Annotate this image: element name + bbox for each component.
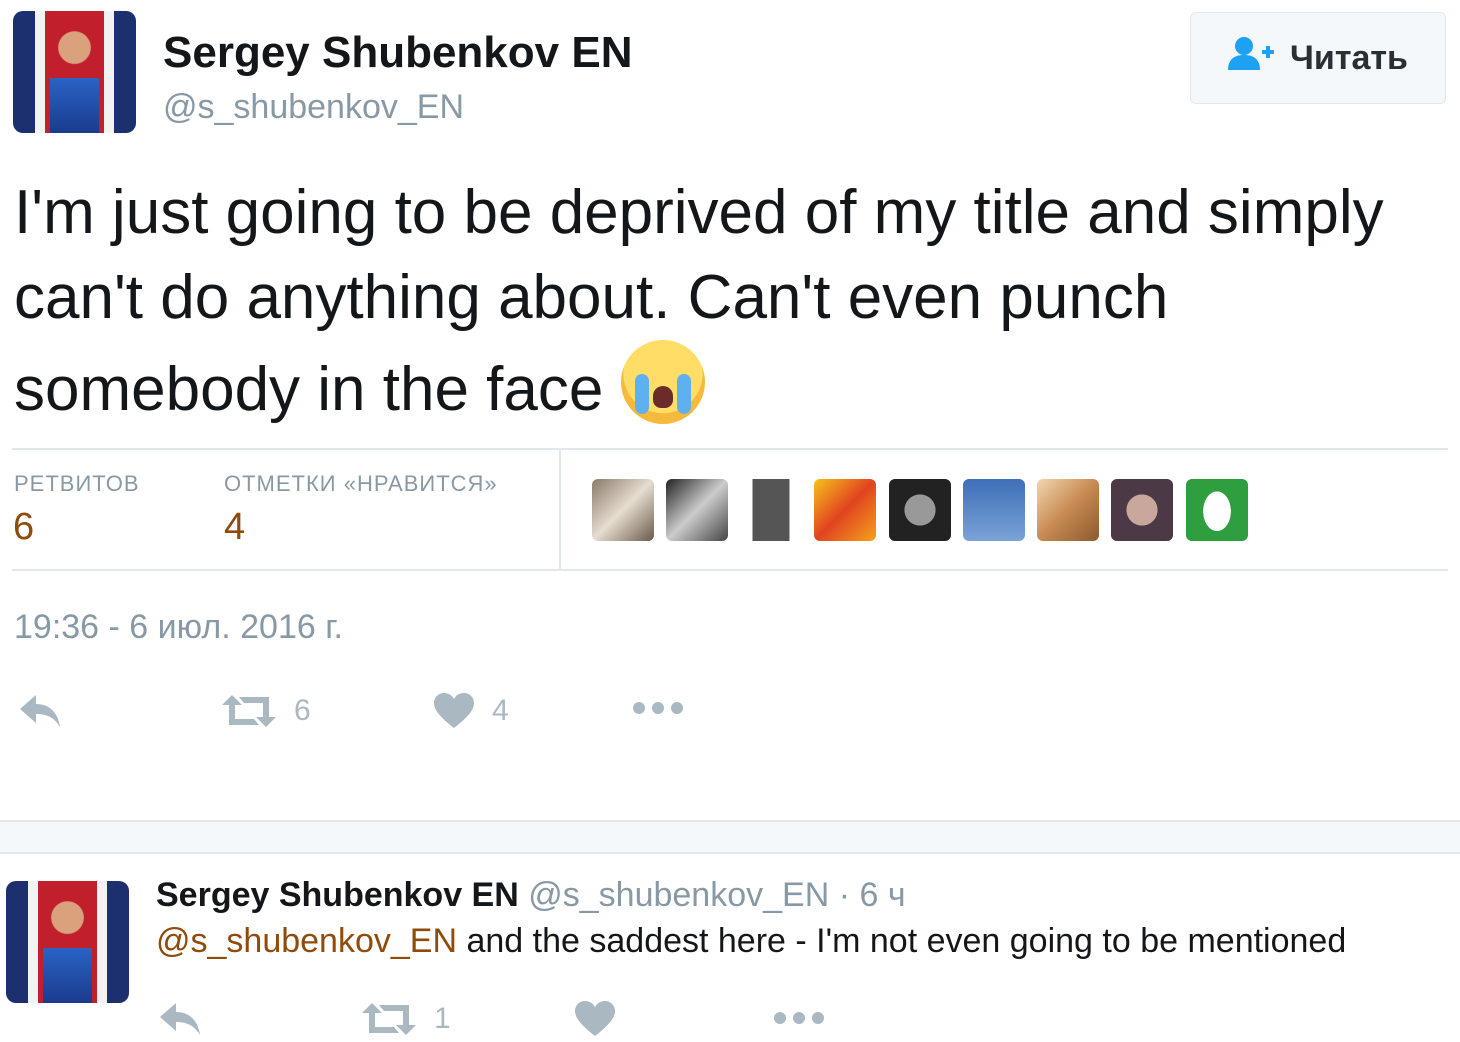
follow-button[interactable]: Читать bbox=[1190, 12, 1446, 104]
section-separator bbox=[0, 820, 1460, 854]
follow-label: Читать bbox=[1290, 38, 1408, 77]
reply-retweet-count: 1 bbox=[434, 1002, 451, 1035]
liker-avatar[interactable] bbox=[592, 479, 654, 541]
stats-divider bbox=[559, 450, 561, 570]
tweet-timestamp[interactable]: 19:36 - 6 июл. 2016 г. bbox=[14, 608, 343, 647]
more-button[interactable] bbox=[632, 700, 684, 716]
loudly-crying-face-icon bbox=[620, 340, 705, 424]
reply-reply-button[interactable] bbox=[158, 1001, 202, 1037]
liker-avatar[interactable] bbox=[666, 479, 728, 541]
reply-more-button[interactable] bbox=[773, 1010, 825, 1026]
reply-text: @s_shubenkov_EN and the saddest here - I… bbox=[156, 922, 1346, 961]
like-button[interactable]: 4 bbox=[434, 693, 509, 729]
more-icon bbox=[774, 1012, 824, 1024]
more-icon bbox=[633, 702, 683, 714]
likes-count[interactable]: 4 bbox=[224, 506, 245, 549]
reply-button[interactable] bbox=[18, 693, 62, 729]
reply-mention-link[interactable]: @s_shubenkov_EN bbox=[156, 922, 457, 960]
liker-avatar[interactable] bbox=[740, 479, 802, 541]
liker-avatar[interactable] bbox=[1037, 479, 1099, 541]
reply-header: Sergey Shubenkov EN @s_shubenkov_EN · 6 … bbox=[156, 876, 906, 915]
liker-avatar[interactable] bbox=[1186, 479, 1248, 541]
reply-icon bbox=[20, 695, 60, 727]
time-separator: · bbox=[838, 876, 851, 914]
retweet-icon bbox=[222, 695, 276, 727]
retweet-button[interactable]: 6 bbox=[222, 693, 311, 729]
reply-icon bbox=[160, 1003, 200, 1035]
tweet-text: I'm just going to be deprived of my titl… bbox=[14, 170, 1434, 432]
heart-icon bbox=[434, 693, 474, 728]
likes-label: ОТМЕТКИ «НРАВИТСЯ» bbox=[224, 471, 498, 496]
retweets-count[interactable]: 6 bbox=[13, 506, 34, 549]
divider bbox=[12, 569, 1448, 571]
author-name[interactable]: Sergey Shubenkov EN bbox=[163, 28, 632, 78]
author-handle[interactable]: @s_shubenkov_EN bbox=[163, 88, 464, 127]
heart-icon bbox=[575, 1001, 615, 1036]
author-avatar[interactable] bbox=[13, 11, 136, 133]
reply-retweet-button[interactable]: 1 bbox=[362, 1001, 451, 1037]
liker-avatar[interactable] bbox=[1111, 479, 1173, 541]
liker-avatar[interactable] bbox=[814, 479, 876, 541]
retweets-label: РЕТВИТОВ bbox=[14, 471, 140, 496]
reply-like-button[interactable] bbox=[575, 1001, 615, 1037]
like-count: 4 bbox=[492, 694, 509, 727]
reply-author-avatar[interactable] bbox=[6, 881, 129, 1003]
reply-author-handle[interactable]: @s_shubenkov_EN bbox=[528, 876, 829, 914]
reply-time[interactable]: 6 ч bbox=[860, 876, 906, 914]
add-user-icon bbox=[1228, 36, 1276, 81]
retweet-icon bbox=[362, 1003, 416, 1035]
divider bbox=[12, 448, 1448, 450]
liker-avatar[interactable] bbox=[963, 479, 1025, 541]
reply-author-name[interactable]: Sergey Shubenkov EN bbox=[156, 876, 519, 914]
liker-avatar[interactable] bbox=[889, 479, 951, 541]
retweet-count: 6 bbox=[294, 694, 311, 727]
reply-text-body: and the saddest here - I'm not even goin… bbox=[466, 922, 1347, 960]
